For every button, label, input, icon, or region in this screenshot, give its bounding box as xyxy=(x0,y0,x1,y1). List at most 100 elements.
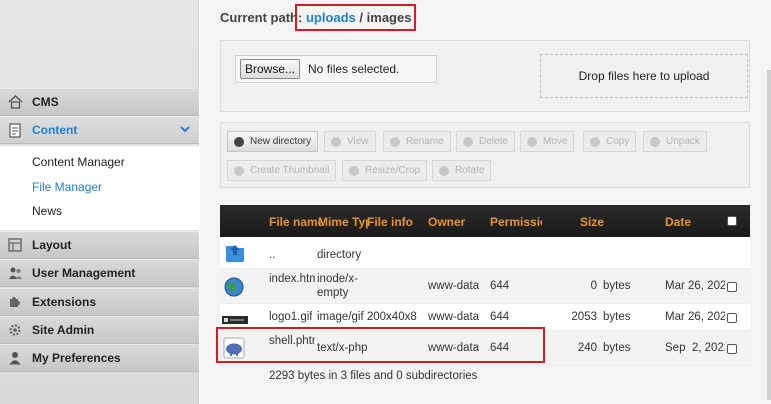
view-label: View xyxy=(347,136,369,147)
eye-icon xyxy=(331,136,341,147)
file-table-header: File name Mime Type File info Owner Perm… xyxy=(220,205,750,237)
size: 240 xyxy=(577,342,597,354)
no-file-text: No files selected. xyxy=(308,62,400,76)
rename-button[interactable]: Rename xyxy=(383,131,451,152)
plus-icon xyxy=(234,136,244,147)
content-submenu: Content Manager File Manager News xyxy=(0,146,199,230)
globe-file-icon xyxy=(223,276,245,301)
trash-icon xyxy=(463,136,473,147)
copy-button[interactable]: Copy xyxy=(583,131,637,152)
new-directory-button[interactable]: New directory xyxy=(227,131,319,152)
col-mime-type[interactable]: Mime Type xyxy=(318,215,369,229)
archive-icon xyxy=(650,136,660,147)
size-unit: bytes xyxy=(603,342,631,354)
owner: www-data xyxy=(428,280,480,292)
folder-up-icon xyxy=(223,241,247,268)
submenu-file-manager[interactable]: File Manager xyxy=(32,180,102,194)
row-checkbox[interactable] xyxy=(727,282,737,292)
document-icon xyxy=(7,122,23,138)
file-name[interactable]: .. xyxy=(269,249,275,261)
nav-label: Site Admin xyxy=(32,323,95,337)
file-name[interactable]: index.html xyxy=(269,272,315,286)
owner: www-data xyxy=(428,311,480,323)
row-checkbox[interactable] xyxy=(727,313,737,323)
permissions: 644 xyxy=(490,280,510,292)
nav-label: Extensions xyxy=(32,295,97,309)
nav-label: Layout xyxy=(32,238,72,252)
nav-item-user-management[interactable]: User Management xyxy=(0,259,199,287)
image-thumbnail-icon xyxy=(222,313,248,327)
create-thumbnail-button[interactable]: Create Thumbnail xyxy=(227,160,337,181)
move-button[interactable]: Move xyxy=(520,131,575,152)
file-name[interactable]: logo1.gif xyxy=(269,311,312,323)
size-unit: bytes xyxy=(603,280,631,292)
size: 2053 xyxy=(571,311,597,323)
nav-item-layout[interactable]: Layout xyxy=(0,231,199,259)
col-permissions[interactable]: Permissions xyxy=(490,215,542,229)
copy-icon xyxy=(590,136,600,147)
delete-label: Delete xyxy=(479,136,508,147)
date: Sep 2, 2022 xyxy=(665,342,725,354)
image-icon xyxy=(349,165,359,176)
scrollbar[interactable] xyxy=(767,70,771,400)
col-owner[interactable]: Owner xyxy=(428,215,478,229)
date: Mar 26, 2020 xyxy=(665,280,725,292)
resize-crop-button[interactable]: Resize/Crop xyxy=(342,160,428,181)
copy-label: Copy xyxy=(606,136,630,147)
resize-crop-label: Resize/Crop xyxy=(365,165,421,176)
unpack-label: Unpack xyxy=(666,136,700,147)
gear-icon xyxy=(7,322,23,338)
sidebar: CMS Content Content Manager File Manager… xyxy=(0,0,199,404)
nav-label: Content xyxy=(32,123,78,137)
user-icon xyxy=(7,350,23,366)
select-all-checkbox[interactable] xyxy=(727,216,737,226)
unpack-button[interactable]: Unpack xyxy=(643,131,707,152)
new-directory-label: New directory xyxy=(250,136,312,147)
mime-type: inode/x-empty xyxy=(317,273,358,299)
layout-icon xyxy=(7,237,23,253)
dropzone[interactable]: Drop files here to upload xyxy=(540,54,748,98)
create-thumbnail-label: Create Thumbnail xyxy=(250,165,330,176)
date: Mar 26, 2020 xyxy=(665,311,725,323)
highlight-box-shell-row xyxy=(216,327,545,363)
table-row[interactable]: .. directory xyxy=(220,237,750,269)
view-button[interactable]: View xyxy=(324,131,376,152)
table-row[interactable]: index.html inode/x-empty www-data 644 0 … xyxy=(220,269,750,304)
nav-item-extensions[interactable]: Extensions xyxy=(0,288,199,316)
chevron-down-icon[interactable] xyxy=(179,123,191,138)
rotate-button[interactable]: Rotate xyxy=(432,160,492,181)
mime-type: image/gif 200x40x8 xyxy=(317,311,417,323)
main-content: Current path: uploads / images Browse...… xyxy=(200,0,771,404)
nav-label: CMS xyxy=(32,95,59,109)
col-file-name[interactable]: File name xyxy=(269,215,322,229)
row-checkbox[interactable] xyxy=(727,344,737,354)
table-footer-summary: 2293 bytes in 3 files and 0 subdirectori… xyxy=(269,370,478,382)
size-unit: bytes xyxy=(603,311,631,323)
nav-label: My Preferences xyxy=(32,351,121,365)
file-input[interactable]: Browse... No files selected. xyxy=(235,55,437,83)
house-icon xyxy=(7,94,23,110)
rotate-icon xyxy=(439,165,449,176)
rename-label: Rename xyxy=(406,136,444,147)
nav-item-cms[interactable]: CMS xyxy=(0,88,199,116)
path-prefix: Current path: xyxy=(220,10,303,25)
rotate-label: Rotate xyxy=(455,165,485,176)
nav-label: User Management xyxy=(32,266,136,280)
col-size[interactable]: Size xyxy=(580,215,620,229)
submenu-news[interactable]: News xyxy=(32,204,62,218)
col-file-info[interactable]: File info xyxy=(367,215,415,229)
highlight-box-path xyxy=(295,4,416,31)
move-label: Move xyxy=(543,136,568,147)
delete-button[interactable]: Delete xyxy=(456,131,515,152)
mime-type: directory xyxy=(317,249,362,261)
check-icon xyxy=(390,136,400,147)
nav-item-site-admin[interactable]: Site Admin xyxy=(0,316,199,344)
nav-item-content[interactable]: Content xyxy=(0,116,199,144)
col-date[interactable]: Date xyxy=(665,215,705,229)
puzzle-icon xyxy=(7,294,23,310)
nav-item-my-preferences[interactable]: My Preferences xyxy=(0,344,199,372)
browse-button[interactable]: Browse... xyxy=(240,59,301,79)
size: 0 xyxy=(590,280,597,292)
move-icon xyxy=(527,136,537,147)
submenu-content-manager[interactable]: Content Manager xyxy=(32,155,125,169)
